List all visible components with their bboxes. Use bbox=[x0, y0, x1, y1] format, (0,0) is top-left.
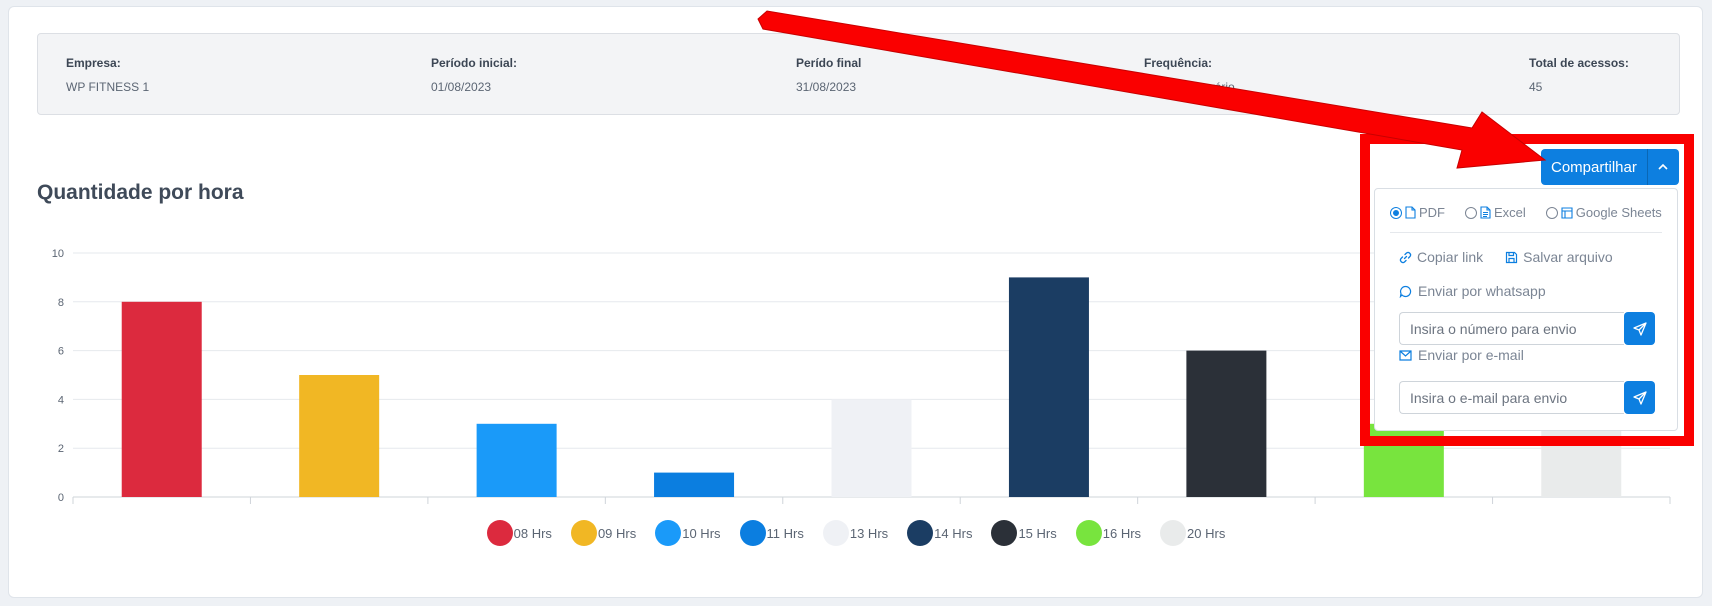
legend-item[interactable]: 13 Hrs bbox=[822, 518, 889, 548]
legend-label: 14 Hrs bbox=[934, 525, 973, 541]
y-tick-label: 8 bbox=[58, 297, 64, 309]
legend-swatch bbox=[739, 520, 766, 546]
legend-label: 15 Hrs bbox=[1018, 525, 1057, 541]
legend-item[interactable]: 11 Hrs bbox=[739, 518, 804, 548]
legend-item[interactable]: 10 Hrs bbox=[655, 518, 721, 548]
legend-swatch bbox=[991, 520, 1018, 546]
bar-09-hrs bbox=[299, 375, 380, 497]
legend-item[interactable]: 08 Hrs bbox=[486, 518, 552, 548]
legend-swatch bbox=[486, 520, 513, 546]
legend-item[interactable]: 14 Hrs bbox=[907, 518, 972, 548]
highlight-box bbox=[1360, 134, 1694, 446]
legend-label: 16 Hrs bbox=[1102, 525, 1142, 541]
legend-label: 11 Hrs bbox=[766, 525, 804, 541]
legend-swatch bbox=[1075, 520, 1102, 546]
y-tick-label: 10 bbox=[52, 248, 64, 260]
legend-swatch bbox=[570, 520, 597, 546]
legend-item[interactable]: 16 Hrs bbox=[1075, 518, 1142, 548]
chart-legend: 08 Hrs 09 Hrs 10 Hrs 11 Hrs 13 Hrs 14 Hrs 15 H… bbox=[0, 518, 1712, 548]
legend-label: 10 Hrs bbox=[682, 525, 721, 541]
bar-13-hrs bbox=[831, 399, 912, 497]
bar-14-hrs bbox=[1008, 277, 1089, 497]
legend-swatch bbox=[1160, 520, 1187, 546]
y-tick-label: 4 bbox=[58, 394, 64, 406]
legend-label: 13 Hrs bbox=[849, 525, 889, 541]
legend-item[interactable]: 09 Hrs bbox=[570, 518, 637, 548]
legend-swatch bbox=[907, 520, 934, 546]
legend-swatch bbox=[822, 520, 849, 546]
legend-label: 20 Hrs bbox=[1187, 525, 1226, 541]
legend-label: 09 Hrs bbox=[597, 525, 637, 541]
y-tick-label: 0 bbox=[58, 492, 64, 504]
legend-item[interactable]: 15 Hrs bbox=[991, 518, 1057, 548]
bar-11-hrs bbox=[654, 472, 735, 497]
legend-item[interactable]: 20 Hrs bbox=[1160, 518, 1225, 548]
y-tick-label: 6 bbox=[58, 346, 64, 358]
bar-08-hrs bbox=[121, 301, 202, 497]
y-tick-label: 2 bbox=[58, 443, 64, 455]
legend-label: 08 Hrs bbox=[513, 525, 552, 541]
legend-swatch bbox=[655, 520, 682, 546]
bar-10-hrs bbox=[476, 423, 557, 497]
bar-15-hrs bbox=[1186, 350, 1267, 497]
